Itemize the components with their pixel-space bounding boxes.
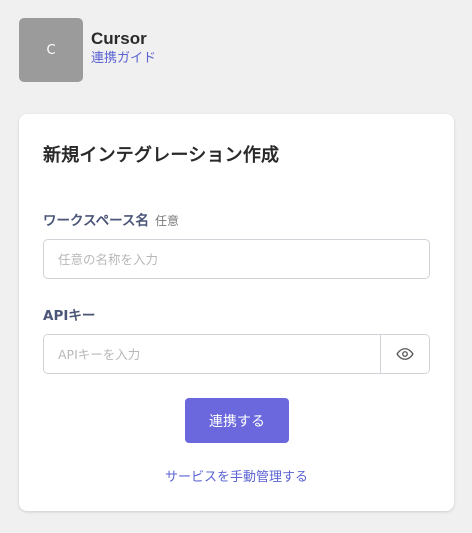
integration-guide-link[interactable]: 連携ガイド bbox=[91, 51, 156, 67]
manual-manage-link[interactable]: サービスを手動管理する bbox=[19, 466, 454, 485]
app-header: C Cursor 連携ガイド bbox=[19, 18, 156, 82]
app-name: Cursor bbox=[91, 29, 147, 48]
workspace-name-label: ワークスペース名 任意 bbox=[43, 209, 179, 229]
app-logo-letter: C bbox=[46, 42, 56, 58]
form-title: 新規インテグレーション作成 bbox=[43, 145, 280, 166]
api-key-field bbox=[43, 334, 430, 374]
api-key-label: APIキー bbox=[43, 308, 96, 324]
eye-icon bbox=[396, 348, 414, 360]
app-logo: C bbox=[19, 18, 83, 82]
workspace-name-label-text: ワークスペース名 bbox=[43, 213, 149, 229]
workspace-name-input[interactable] bbox=[43, 239, 430, 279]
connect-button[interactable]: 連携する bbox=[185, 398, 289, 443]
app-header-text: Cursor 連携ガイド bbox=[91, 30, 156, 67]
integration-form-card: 新規インテグレーション作成 ワークスペース名任意 APIキー 連携する サービス… bbox=[19, 114, 454, 511]
api-key-input[interactable] bbox=[44, 335, 380, 373]
optional-badge: 任意 bbox=[154, 214, 179, 228]
toggle-visibility-button[interactable] bbox=[380, 335, 429, 373]
